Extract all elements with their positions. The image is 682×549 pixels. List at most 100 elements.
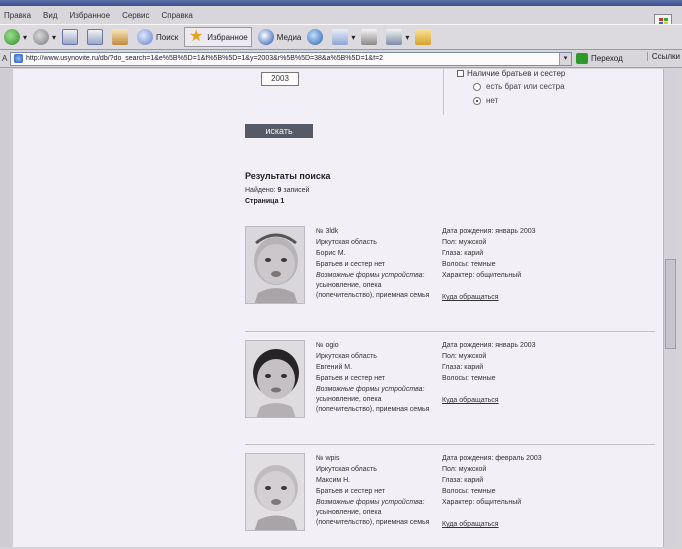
page-content: 2003 Наличие братьев и сестер есть брат …	[13, 69, 663, 547]
baby-face-icon	[246, 454, 304, 530]
links-button[interactable]: Ссылки	[646, 52, 680, 61]
year-field[interactable]: 2003	[261, 72, 299, 86]
back-button[interactable]: ▾	[4, 29, 27, 45]
print-button[interactable]	[361, 29, 380, 45]
child-birth: Дата рождения: январь 2003	[442, 228, 536, 235]
child-photo[interactable]	[245, 453, 305, 531]
stop-icon	[62, 29, 79, 45]
forward-button[interactable]: ▾	[33, 29, 56, 45]
child-sex: Пол: мужской	[442, 466, 487, 473]
card-divider	[245, 331, 655, 332]
menu-edit[interactable]: Правка	[4, 11, 31, 20]
search-button[interactable]: Поиск	[137, 29, 178, 45]
results-title: Результаты поиска	[245, 171, 331, 181]
menu-view[interactable]: Вид	[43, 11, 57, 20]
address-input[interactable]: http://www.usynovite.ru/db/?do_search=1&…	[10, 51, 572, 66]
favorites-label: Избранное	[207, 32, 248, 42]
child-card: № ogio Иркутская область Евгений М. Брат…	[245, 340, 657, 430]
child-photo[interactable]	[245, 226, 305, 304]
child-hair: Волосы: темные	[442, 488, 496, 495]
siblings-checkbox[interactable]	[457, 70, 464, 77]
placement-forms-text: усыновление, опека (попечительство), при…	[316, 396, 430, 413]
address-url: http://www.usynovite.ru/db/?do_search=1&…	[26, 55, 384, 62]
child-id: № 3ldk	[316, 228, 339, 235]
go-arrow-icon	[576, 53, 588, 64]
browser-window: Правка Вид Избранное Сервис Справка ▾ ▾ …	[0, 0, 682, 549]
toolbar: ▾ ▾ Поиск ★ Избранное Медиа ▾ ▾	[0, 24, 682, 50]
contact-link[interactable]: Куда обращаться	[442, 397, 499, 404]
notes-button[interactable]	[415, 29, 434, 45]
edit-button[interactable]: ▾	[386, 29, 409, 45]
mail-button[interactable]: ▾	[332, 29, 355, 45]
favorites-button[interactable]: ★ Избранное	[184, 27, 252, 47]
found-suffix: записей	[283, 187, 310, 194]
placement-forms-title: Возможные формы устройства:	[316, 272, 425, 279]
search-label: Поиск	[156, 32, 179, 42]
radio-no-siblings[interactable]: нет	[473, 96, 498, 105]
child-region: Иркутская область	[316, 353, 377, 360]
page-number: Страница 1	[245, 198, 285, 205]
placement-forms-text: усыновление, опека (попечительство), при…	[316, 509, 430, 526]
address-label: А	[2, 54, 8, 63]
found-number: 9	[277, 187, 282, 194]
printer-icon	[361, 29, 378, 45]
note-icon	[415, 29, 432, 45]
edit-icon	[386, 29, 403, 45]
child-card: № wpis Иркутская область Максим Н. Брать…	[245, 453, 657, 547]
stop-button[interactable]	[62, 29, 81, 45]
radio-button-selected[interactable]	[473, 96, 481, 105]
search-icon	[137, 29, 154, 45]
card-divider	[245, 444, 655, 445]
found-prefix: Найдено:	[245, 187, 276, 194]
history-button[interactable]	[307, 29, 326, 45]
scrollbar-thumb[interactable]	[665, 259, 676, 349]
back-arrow-icon	[4, 29, 20, 45]
home-button[interactable]	[112, 29, 131, 45]
placement-forms-title: Возможные формы устройства:	[316, 386, 425, 393]
child-birth: Дата рождения: февраль 2003	[442, 455, 542, 462]
vertical-scrollbar[interactable]	[663, 69, 677, 547]
child-siblings: Братьев и сестер нет	[316, 375, 385, 382]
address-bar: А http://www.usynovite.ru/db/?do_search=…	[0, 50, 682, 68]
child-id: № wpis	[316, 455, 340, 462]
refresh-button[interactable]	[87, 29, 106, 45]
child-character: Характер: общительный	[442, 499, 522, 506]
form-divider	[443, 69, 444, 115]
found-count: Найдено: 9 записей	[245, 187, 309, 194]
radio-button[interactable]	[473, 82, 481, 91]
contact-link[interactable]: Куда обращаться	[442, 521, 499, 528]
media-icon	[257, 29, 274, 45]
child-name: Борис М.	[316, 250, 346, 257]
menu-favorites[interactable]: Избранное	[70, 11, 111, 20]
radio-label: нет	[486, 96, 499, 105]
placement-forms-text: усыновление, опека (попечительство), при…	[316, 282, 430, 299]
history-icon	[307, 29, 324, 45]
go-label: Переход	[591, 54, 623, 63]
child-name: Евгений М.	[316, 364, 353, 371]
home-icon	[112, 29, 129, 45]
menu-tools[interactable]: Сервис	[122, 11, 149, 20]
radio-label: есть брат или сестра	[486, 82, 565, 91]
child-hair: Волосы: темные	[442, 261, 496, 268]
contact-link[interactable]: Куда обращаться	[442, 294, 499, 301]
child-eyes: Глаза: карий	[442, 477, 484, 484]
child-hair: Волосы: темные	[442, 375, 496, 382]
child-siblings: Братьев и сестер нет	[316, 488, 385, 495]
window-left-border	[0, 69, 13, 547]
address-dropdown-icon[interactable]: ▾	[559, 52, 571, 65]
refresh-icon	[87, 29, 104, 45]
child-photo[interactable]	[245, 340, 305, 418]
baby-face-icon	[246, 227, 304, 303]
child-character: Характер: общительный	[442, 272, 522, 279]
menu-help[interactable]: Справка	[161, 11, 192, 20]
mail-icon	[332, 29, 349, 45]
go-button[interactable]: Переход	[576, 53, 623, 64]
child-id: № ogio	[316, 342, 339, 349]
media-button[interactable]: Медиа	[257, 29, 302, 45]
forward-arrow-icon	[33, 29, 50, 45]
search-submit-button[interactable]: искать	[245, 124, 313, 138]
radio-has-siblings[interactable]: есть брат или сестра	[473, 82, 565, 91]
media-label: Медиа	[276, 32, 302, 42]
child-eyes: Глаза: карий	[442, 364, 484, 371]
star-icon: ★	[189, 28, 204, 45]
